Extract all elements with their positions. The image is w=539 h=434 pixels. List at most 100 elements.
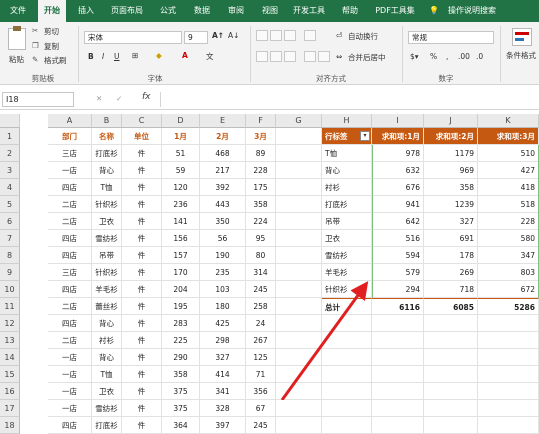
- tab-file[interactable]: 文件: [4, 0, 32, 22]
- empty-cell[interactable]: [478, 417, 539, 434]
- table-cell[interactable]: 414: [200, 366, 246, 383]
- row-header[interactable]: 5: [0, 196, 20, 213]
- currency-icon[interactable]: $▾: [410, 52, 419, 61]
- pivot-row-label[interactable]: 雪纺衫: [322, 247, 372, 264]
- empty-cell[interactable]: [276, 230, 322, 247]
- column-header[interactable]: E: [200, 114, 246, 128]
- table-cell[interactable]: 314: [246, 264, 276, 281]
- empty-cell[interactable]: [276, 315, 322, 332]
- empty-cell[interactable]: [276, 332, 322, 349]
- table-cell[interactable]: 56: [200, 230, 246, 247]
- table-cell[interactable]: 衬衫: [92, 332, 122, 349]
- table-header-cell[interactable]: 3月: [246, 128, 276, 145]
- table-cell[interactable]: 95: [246, 230, 276, 247]
- pivot-header-cell[interactable]: 求和项:3月: [478, 128, 539, 145]
- empty-cell[interactable]: [478, 383, 539, 400]
- empty-cell[interactable]: [276, 281, 322, 298]
- pivot-value[interactable]: 510: [478, 145, 539, 162]
- table-cell[interactable]: 103: [200, 281, 246, 298]
- column-header[interactable]: B: [92, 114, 122, 128]
- table-cell[interactable]: 425: [200, 315, 246, 332]
- row-header[interactable]: 12: [0, 315, 20, 332]
- row-header[interactable]: 13: [0, 332, 20, 349]
- pivot-value[interactable]: 228: [478, 213, 539, 230]
- table-cell[interactable]: 364: [162, 417, 200, 434]
- table-cell[interactable]: 341: [200, 383, 246, 400]
- table-cell[interactable]: 四店: [48, 281, 92, 298]
- percent-icon[interactable]: %: [430, 52, 437, 61]
- pivot-row-label[interactable]: 衬衫: [322, 179, 372, 196]
- pivot-row-label[interactable]: T恤: [322, 145, 372, 162]
- format-painter-button[interactable]: 格式刷: [44, 55, 67, 66]
- table-cell[interactable]: 51: [162, 145, 200, 162]
- tab-developer[interactable]: 开发工具: [288, 0, 330, 22]
- table-header-cell[interactable]: 2月: [200, 128, 246, 145]
- table-cell[interactable]: 打底衫: [92, 417, 122, 434]
- empty-cell[interactable]: [478, 366, 539, 383]
- table-cell[interactable]: 吊带: [92, 247, 122, 264]
- empty-cell[interactable]: [322, 366, 372, 383]
- scissors-icon[interactable]: ✂: [32, 26, 38, 35]
- align-center-icon[interactable]: [270, 51, 282, 62]
- column-header[interactable]: F: [246, 114, 276, 128]
- empty-cell[interactable]: [276, 349, 322, 366]
- table-cell[interactable]: 298: [200, 332, 246, 349]
- empty-cell[interactable]: [424, 366, 478, 383]
- tab-help[interactable]: 帮助: [336, 0, 364, 22]
- empty-cell[interactable]: [322, 332, 372, 349]
- table-cell[interactable]: 件: [122, 298, 162, 315]
- table-cell[interactable]: 157: [162, 247, 200, 264]
- row-header[interactable]: 6: [0, 213, 20, 230]
- table-cell[interactable]: 24: [246, 315, 276, 332]
- empty-cell[interactable]: [372, 332, 424, 349]
- empty-cell[interactable]: [372, 417, 424, 434]
- pivot-value[interactable]: 594: [372, 247, 424, 264]
- table-cell[interactable]: 235: [200, 264, 246, 281]
- pivot-total-cell[interactable]: 5286: [478, 298, 539, 315]
- filter-dropdown-icon[interactable]: ▾: [360, 131, 370, 141]
- tab-page-layout[interactable]: 页面布局: [106, 0, 148, 22]
- table-cell[interactable]: 443: [200, 196, 246, 213]
- pivot-value[interactable]: 632: [372, 162, 424, 179]
- table-cell[interactable]: 二店: [48, 332, 92, 349]
- tab-home[interactable]: 开始: [38, 0, 66, 22]
- table-cell[interactable]: 件: [122, 230, 162, 247]
- empty-cell[interactable]: [322, 417, 372, 434]
- table-cell[interactable]: 二店: [48, 298, 92, 315]
- table-cell[interactable]: 卫衣: [92, 383, 122, 400]
- table-cell[interactable]: 283: [162, 315, 200, 332]
- table-cell[interactable]: 件: [122, 196, 162, 213]
- pivot-value[interactable]: 803: [478, 264, 539, 281]
- row-header[interactable]: 8: [0, 247, 20, 264]
- empty-cell[interactable]: [372, 383, 424, 400]
- copy-button[interactable]: 复制: [44, 41, 59, 52]
- pivot-value[interactable]: 178: [424, 247, 478, 264]
- font-name-combo[interactable]: 宋体: [84, 31, 182, 44]
- tab-data[interactable]: 数据: [188, 0, 216, 22]
- pivot-value[interactable]: 672: [478, 281, 539, 298]
- column-header[interactable]: D: [162, 114, 200, 128]
- pivot-value[interactable]: 294: [372, 281, 424, 298]
- table-cell[interactable]: 358: [246, 196, 276, 213]
- table-cell[interactable]: 356: [246, 383, 276, 400]
- pivot-row-label[interactable]: 打底衫: [322, 196, 372, 213]
- pivot-total-cell[interactable]: 6116: [372, 298, 424, 315]
- table-cell[interactable]: 件: [122, 332, 162, 349]
- pivot-value[interactable]: 642: [372, 213, 424, 230]
- column-header[interactable]: C: [122, 114, 162, 128]
- table-cell[interactable]: 件: [122, 366, 162, 383]
- decrease-decimal-icon[interactable]: .0: [476, 52, 483, 61]
- pivot-row-label[interactable]: 针织衫: [322, 281, 372, 298]
- table-header-cell[interactable]: 1月: [162, 128, 200, 145]
- empty-cell[interactable]: [424, 332, 478, 349]
- table-cell[interactable]: 195: [162, 298, 200, 315]
- tell-me-search[interactable]: 操作说明搜索: [444, 0, 500, 22]
- increase-decimal-icon[interactable]: .00: [458, 52, 470, 61]
- table-cell[interactable]: 背心: [92, 349, 122, 366]
- table-cell[interactable]: 170: [162, 264, 200, 281]
- pivot-value[interactable]: 1179: [424, 145, 478, 162]
- comma-icon[interactable]: ,: [446, 52, 448, 61]
- table-cell[interactable]: 件: [122, 417, 162, 434]
- font-shrink-icon[interactable]: A↓: [228, 31, 239, 40]
- table-cell[interactable]: 件: [122, 247, 162, 264]
